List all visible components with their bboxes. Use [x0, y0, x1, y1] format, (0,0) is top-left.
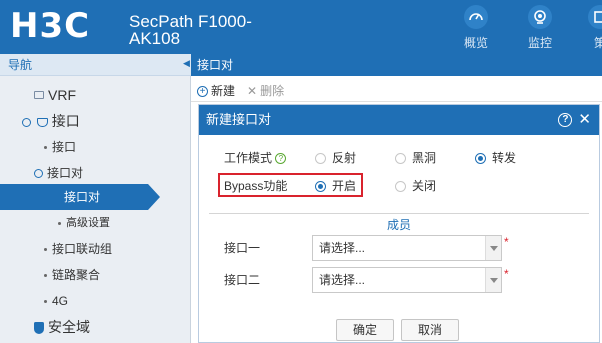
sidebar-item-label: 高级设置 [66, 217, 110, 229]
sidebar-title: 导航 [0, 54, 191, 76]
ok-button[interactable]: 确定 [336, 319, 394, 341]
mode-reflect-radio[interactable]: 反射 [315, 146, 356, 170]
nav-policy[interactable]: 策 [575, 0, 602, 54]
gauge-icon [464, 5, 488, 29]
nav-monitor[interactable]: 监控 [515, 0, 565, 54]
bullet-icon [44, 146, 47, 150]
top-bar: H3C SecPath F1000-AK108 概览 监控 策 [0, 0, 602, 54]
work-mode-label: 工作模式 ? [224, 146, 287, 170]
h3c-logo: H3C [10, 6, 91, 46]
nav-overview[interactable]: 概览 [451, 0, 501, 54]
dialog-title: 新建接口对 [206, 112, 272, 127]
bypass-off-radio[interactable]: 关闭 [395, 174, 436, 198]
mode-blackhole-label: 黑洞 [412, 151, 437, 165]
interface2-select-value: 请选择... [319, 273, 366, 287]
camera-icon [528, 5, 552, 29]
mode-blackhole-radio[interactable]: 黑洞 [395, 146, 436, 170]
work-mode-label-text: 工作模式 [224, 151, 273, 165]
cancel-button[interactable]: 取消 [401, 319, 459, 341]
radio-dot [395, 180, 406, 192]
nav-monitor-label: 监控 [527, 36, 552, 50]
bypass-off-label: 关闭 [412, 179, 437, 193]
nav-policy-label: 策 [593, 36, 602, 50]
sidebar-item-label: 接口联动组 [52, 242, 113, 256]
network-icon [34, 91, 44, 99]
help-icon[interactable]: ? [558, 113, 573, 127]
interface1-select[interactable]: 请选择... [312, 235, 502, 261]
sidebar-item-interface-sub[interactable]: 接口 [0, 134, 191, 160]
sidebar-item-advanced[interactable]: 高级设置 [0, 210, 191, 236]
collapse-circle-icon [34, 169, 43, 179]
radio-dot-selected [475, 152, 486, 164]
interface1-label: 接口一 [224, 241, 261, 255]
chevron-down-icon [485, 268, 501, 292]
radio-dot-selected [315, 180, 326, 192]
bypass-on-label: 开启 [332, 179, 357, 193]
help-hint-icon[interactable]: ? [275, 153, 287, 165]
work-mode-row: 工作模式 ? 反射 黑洞 转发 [199, 146, 599, 170]
new-button[interactable]: + 新建 [197, 82, 235, 100]
product-name: SecPath F1000-AK108 [129, 12, 252, 48]
dialog-header: 新建接口对 ? ✕ [199, 105, 599, 135]
bullet-icon [44, 274, 47, 278]
sidebar-item-label: VRF [48, 87, 76, 103]
interface-icon [36, 117, 48, 127]
shield-icon [34, 322, 44, 335]
interface1-row: 接口一 请选择... * [199, 235, 599, 261]
bypass-label: Bypass功能 [224, 179, 288, 193]
bypass-on-radio[interactable]: 开启 [315, 174, 356, 198]
sidebar-item-interface[interactable]: 接口 [0, 108, 191, 134]
mode-forward-label: 转发 [492, 151, 517, 165]
collapse-left-icon[interactable]: ◀ [183, 58, 190, 69]
interface2-row: 接口二 请选择... * [199, 267, 599, 293]
nav-overview-label: 概览 [463, 36, 488, 50]
required-asterisk: * [504, 235, 509, 249]
interface1-select-value: 请选择... [319, 241, 366, 255]
bullet-icon [44, 248, 47, 252]
sidebar-item-label: 4G [52, 294, 69, 308]
add-icon: + [197, 85, 208, 97]
new-button-label: 新建 [211, 84, 236, 98]
close-icon[interactable]: ✕ [578, 105, 591, 135]
mode-reflect-label: 反射 [332, 151, 357, 165]
sidebar-item-link-group[interactable]: 接口联动组 [0, 236, 191, 262]
required-asterisk: * [504, 267, 509, 281]
sidebar-item-interface-pair[interactable]: 接口对 [0, 184, 160, 210]
sidebar: VRF 接口 接口 接口对 接口对 高级设置 接口联动组 链路聚合 4G 安全域 [0, 76, 191, 343]
members-section-title: 成员 [386, 218, 411, 232]
sidebar-item-label: 接口对 [47, 166, 84, 180]
sidebar-item-label: 安全域 [48, 319, 90, 335]
sidebar-item-label: 接口 [51, 113, 80, 129]
interface2-label: 接口二 [224, 273, 261, 287]
sidebar-item-label: 接口对 [64, 190, 101, 204]
radio-dot [395, 152, 406, 164]
mode-forward-radio[interactable]: 转发 [475, 146, 516, 170]
new-interface-pair-dialog: 新建接口对 ? ✕ 工作模式 ? 反射 黑洞 转发 Bypass功能 开启 关闭… [198, 104, 600, 343]
delete-icon: ✕ [247, 84, 258, 98]
sidebar-item-link-aggregation[interactable]: 链路聚合 [0, 262, 191, 288]
sidebar-item-label: 接口 [52, 140, 77, 154]
sidebar-item-vrf[interactable]: VRF [0, 82, 191, 108]
toolbar: + 新建 ✕ 删除 [191, 80, 602, 102]
delete-button[interactable]: ✕ 删除 [247, 82, 284, 100]
radio-dot [315, 152, 326, 164]
sidebar-item-security-zone[interactable]: 安全域 [0, 314, 191, 340]
tab-interface-pair[interactable]: 接口对 [197, 54, 233, 76]
sidebar-item-interface-pair-group[interactable]: 接口对 [0, 160, 191, 186]
interface2-select[interactable]: 请选择... [312, 267, 502, 293]
collapse-circle-icon [22, 117, 31, 127]
bullet-icon [44, 300, 47, 304]
tab-bar: 接口对 [191, 54, 602, 76]
delete-button-label: 删除 [260, 84, 285, 98]
policy-icon [588, 5, 602, 29]
sidebar-item-label: 链路聚合 [52, 268, 101, 282]
chevron-down-icon [485, 236, 501, 260]
bullet-icon [58, 221, 61, 225]
sidebar-item-4g[interactable]: 4G [0, 288, 191, 314]
bypass-row: Bypass功能 开启 关闭 [199, 174, 599, 198]
